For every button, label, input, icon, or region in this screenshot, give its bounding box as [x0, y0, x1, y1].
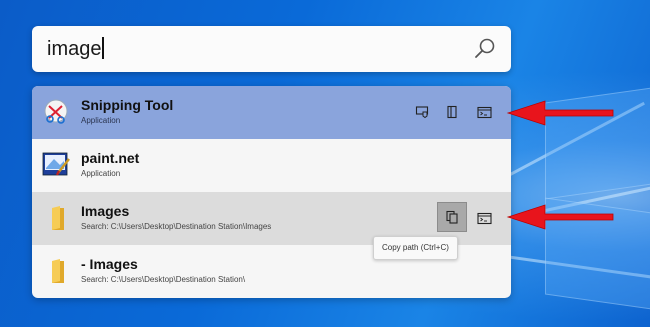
search-icon[interactable]: [473, 37, 497, 61]
folder-icon: [52, 206, 64, 230]
paint-net-icon: [42, 152, 70, 176]
result-subtitle: Search: C:\Users\Desktop\Destination Sta…: [81, 222, 272, 231]
result-title: Snipping Tool: [81, 97, 174, 113]
result-title: - Images: [81, 256, 138, 272]
run-as-admin-button[interactable]: [407, 97, 437, 127]
copy-path-icon: [446, 210, 458, 224]
open-in-console-button[interactable]: [469, 203, 499, 233]
open-containing-folder-button[interactable]: [437, 97, 467, 127]
folder-icon: [52, 259, 64, 283]
result-subtitle: Search: C:\Users\Desktop\Destination Sta…: [81, 275, 246, 284]
results-list: Snipping Tool Application paint.net Appl…: [32, 86, 511, 298]
run-in-console-button[interactable]: [469, 97, 499, 127]
open-containing-folder-icon: [447, 105, 457, 119]
run-as-admin-icon: [415, 106, 429, 119]
copy-path-button[interactable]: [437, 202, 467, 232]
snipping-tool-icon: [44, 99, 68, 124]
run-in-console-icon: [476, 106, 492, 118]
result-item[interactable]: paint.net Application: [32, 139, 511, 192]
text-caret: [102, 37, 104, 59]
red-arrow-annotation: [506, 100, 614, 126]
search-query: image: [47, 38, 102, 60]
red-arrow-annotation: [506, 204, 614, 230]
result-subtitle: Application: [81, 116, 121, 125]
copy-path-tooltip: Copy path (Ctrl+C): [373, 236, 458, 260]
result-item[interactable]: Snipping Tool Application: [32, 86, 511, 139]
search-box[interactable]: image: [32, 26, 511, 72]
result-subtitle: Application: [81, 169, 121, 178]
open-in-console-icon: [476, 212, 492, 224]
result-title: Images: [81, 203, 130, 219]
result-title: paint.net: [81, 150, 140, 166]
search-input[interactable]: image: [47, 37, 104, 61]
